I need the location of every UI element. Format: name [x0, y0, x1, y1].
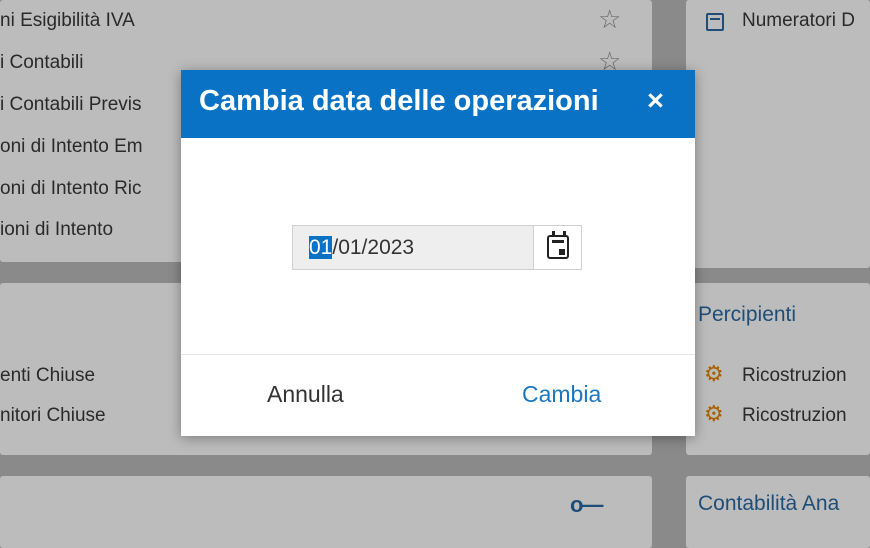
menu-item[interactable]: ioni di Intento — [0, 219, 113, 241]
date-rest: /01/2023 — [332, 236, 415, 259]
menu-item[interactable]: Numeratori D — [742, 10, 855, 32]
date-picker: 01/01/2023 — [292, 225, 582, 270]
calendar-icon — [706, 13, 724, 31]
cancel-button[interactable]: Annulla — [267, 381, 344, 408]
menu-item[interactable]: enti Chiuse — [0, 365, 95, 387]
menu-item[interactable]: Ricostruzion — [742, 405, 847, 427]
section-heading: Contabilità Ana — [698, 492, 840, 515]
dialog-header: Cambia data delle operazioni × — [181, 70, 695, 138]
star-icon[interactable]: ☆ — [598, 6, 621, 32]
confirm-button[interactable]: Cambia — [522, 381, 601, 408]
gear-icon: ⚙ — [704, 401, 724, 426]
menu-item[interactable]: Ricostruzion — [742, 365, 847, 387]
menu-item[interactable]: ni Esigibilità IVA — [0, 10, 135, 32]
key-icon[interactable]: o— — [570, 492, 603, 518]
right-top-card: Numeratori D — [686, 0, 870, 268]
calendar-ring — [563, 231, 566, 237]
close-icon[interactable]: × — [647, 85, 664, 118]
left-bottom-card: o— — [0, 476, 652, 548]
menu-item[interactable]: nitori Chiuse — [0, 405, 106, 427]
menu-item[interactable]: oni di Intento Ric — [0, 178, 142, 200]
calendar-button[interactable] — [535, 226, 581, 269]
right-bottom-card: Contabilità Ana — [686, 476, 870, 548]
menu-item[interactable]: oni di Intento Em — [0, 136, 143, 158]
calendar-icon — [547, 235, 569, 259]
right-mid-card: Percipienti ⚙ Ricostruzion ⚙ Ricostruzio… — [686, 283, 870, 455]
change-date-dialog: Cambia data delle operazioni × 01/01/202… — [181, 70, 695, 436]
dialog-title: Cambia data delle operazioni — [199, 85, 599, 117]
menu-item[interactable]: i Contabili Previs — [0, 94, 142, 116]
gear-icon: ⚙ — [704, 361, 724, 386]
date-day-selection: 01 — [309, 236, 333, 259]
date-input[interactable]: 01/01/2023 — [293, 226, 534, 269]
dialog-footer: Annulla Cambia — [181, 354, 695, 436]
calendar-ring — [552, 231, 555, 237]
menu-item[interactable]: i Contabili — [0, 52, 83, 74]
section-heading: Percipienti — [698, 303, 797, 326]
